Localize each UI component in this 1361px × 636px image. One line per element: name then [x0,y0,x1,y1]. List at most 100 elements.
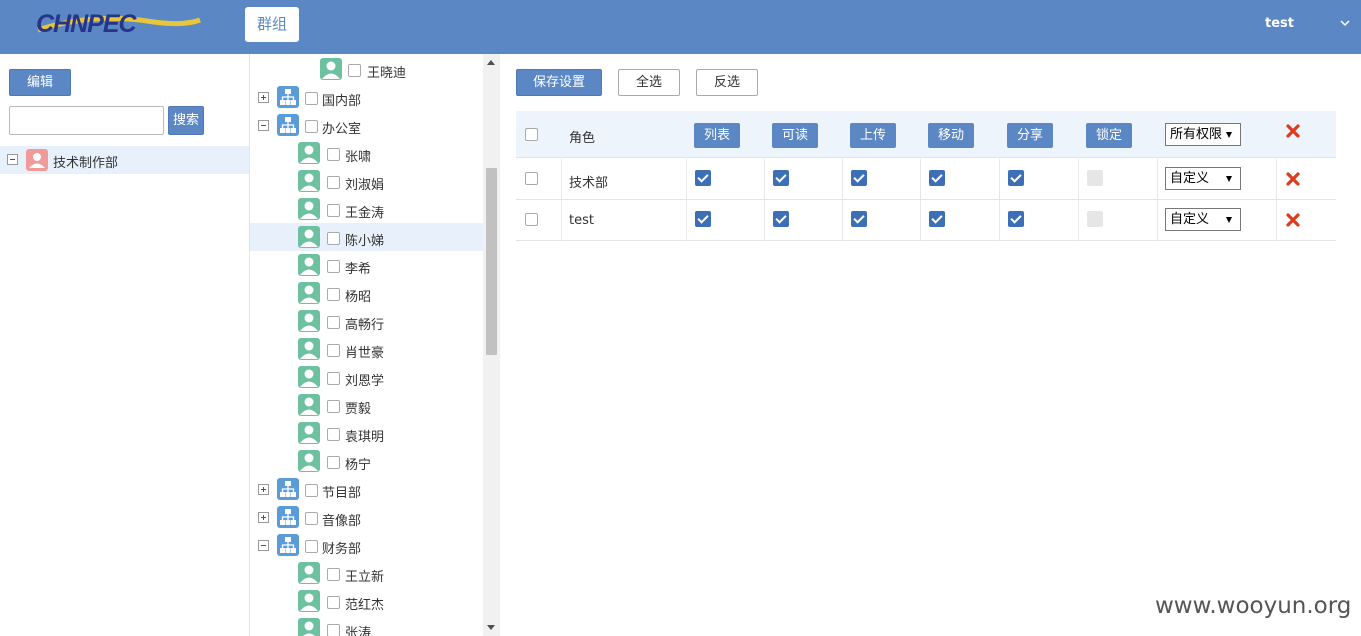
scroll-down-icon[interactable] [487,625,495,630]
tree-item-member[interactable]: 李希 [250,251,483,279]
tree-checkbox[interactable] [327,204,340,217]
row-checkbox[interactable] [525,172,538,185]
tree-item-member[interactable]: 王晓迪 [250,55,483,83]
perm-list-checkbox[interactable] [695,211,711,227]
expand-icon[interactable] [258,92,269,103]
save-settings-button[interactable]: 保存设置 [516,69,602,96]
perm-header-lock[interactable]: 锁定 [1086,123,1132,148]
tree-item-member[interactable]: 张涛 [250,615,483,636]
org-icon [277,478,299,500]
tree-item-member[interactable]: 杨昭 [250,279,483,307]
expand-icon[interactable] [258,512,269,523]
row-checkbox[interactable] [525,213,538,226]
perm-header-list[interactable]: 列表 [694,123,740,148]
delete-icon[interactable] [1285,212,1301,228]
tree-checkbox[interactable] [327,624,340,636]
tree-checkbox[interactable] [327,372,340,385]
tree-item-label: 高畅行 [345,318,385,333]
delete-icon[interactable] [1285,171,1301,187]
perm-header-upload[interactable]: 上传 [850,123,896,148]
tree-item-member[interactable]: 张啸 [250,139,483,167]
tree-checkbox[interactable] [327,568,340,581]
tree-checkbox[interactable] [305,540,318,553]
tree-item-member[interactable]: 杨宁 [250,447,483,475]
perm-move-checkbox[interactable] [929,211,945,227]
tree-item-label: 王金涛 [345,206,385,221]
tab-groups[interactable]: 群组 [245,7,299,42]
tree-item-department[interactable]: 财务部 [250,531,483,559]
perm-header-move[interactable]: 移动 [928,123,974,148]
tree-item-member[interactable]: 陈小娣 [250,223,483,251]
column-divider [1157,159,1158,200]
perm-upload-checkbox[interactable] [851,170,867,186]
tree-root-item[interactable]: 技术制作部 [0,146,249,174]
tree-item-label: 杨宁 [345,458,372,473]
tree-checkbox[interactable] [305,120,318,133]
role-name: test [569,213,594,228]
tree-item-department[interactable]: 办公室 [250,111,483,139]
invert-selection-button[interactable]: 反选 [696,69,758,96]
delete-all-icon[interactable] [1285,123,1301,139]
tree-checkbox[interactable] [305,484,318,497]
tree-item-label: 李希 [345,262,372,277]
tree-item-member[interactable]: 肖世豪 [250,335,483,363]
scrollbar-thumb[interactable] [486,168,497,355]
expand-icon[interactable] [258,484,269,495]
tree-checkbox[interactable] [327,232,340,245]
perm-header-read[interactable]: 可读 [772,123,818,148]
edit-button[interactable]: 编辑 [9,69,71,96]
tree-item-member[interactable]: 袁琪明 [250,419,483,447]
all-permissions-select[interactable]: 所有权限 [1165,123,1241,146]
tree-checkbox[interactable] [327,176,340,189]
tree-checkbox[interactable] [348,64,361,77]
tree-item-label: 刘淑娟 [345,178,385,193]
search-input[interactable] [9,106,164,135]
tree-item-department[interactable]: 国内部 [250,83,483,111]
column-divider [686,159,687,200]
tree-checkbox[interactable] [327,596,340,609]
tree-checkbox[interactable] [327,148,340,161]
tree-checkbox[interactable] [327,260,340,273]
tree-item-member[interactable]: 范红杰 [250,587,483,615]
perm-share-checkbox[interactable] [1008,170,1024,186]
scroll-up-icon[interactable] [487,60,495,65]
collapse-icon[interactable] [258,120,269,131]
perm-share-checkbox[interactable] [1008,211,1024,227]
perm-read-checkbox[interactable] [773,211,789,227]
tree-checkbox[interactable] [327,316,340,329]
tree-item-label: 张啸 [345,150,372,165]
header-checkbox[interactable] [525,128,538,141]
tree-checkbox[interactable] [327,428,340,441]
tree-item-member[interactable]: 高畅行 [250,307,483,335]
search-button[interactable]: 搜索 [168,106,204,135]
chevron-down-icon[interactable] [1338,16,1352,30]
tree-item-member[interactable]: 王金涛 [250,195,483,223]
tree-item-member[interactable]: 贾毅 [250,391,483,419]
tree-item-member[interactable]: 王立新 [250,559,483,587]
perm-upload-checkbox[interactable] [851,211,867,227]
perm-header-share[interactable]: 分享 [1007,123,1053,148]
collapse-icon[interactable] [258,540,269,551]
collapse-icon[interactable] [7,154,18,165]
tree-checkbox[interactable] [305,92,318,105]
perm-move-checkbox[interactable] [929,170,945,186]
user-icon [298,254,320,276]
perm-list-checkbox[interactable] [695,170,711,186]
permission-select[interactable]: 自定义 [1165,208,1241,231]
permission-select[interactable]: 自定义 [1165,167,1241,190]
tree-item-member[interactable]: 刘恩学 [250,363,483,391]
perm-read-checkbox[interactable] [773,170,789,186]
column-divider [561,200,562,241]
select-all-button[interactable]: 全选 [618,69,680,96]
user-name[interactable]: test [1265,16,1294,31]
logo-text: CHNPEC [36,10,138,38]
tree-item-department[interactable]: 节目部 [250,475,483,503]
tree-item-member[interactable]: 刘淑娟 [250,167,483,195]
tree-item-department[interactable]: 音像部 [250,503,483,531]
tree-root-label: 技术制作部 [53,156,119,171]
tree-checkbox[interactable] [305,512,318,525]
tree-checkbox[interactable] [327,344,340,357]
tree-checkbox[interactable] [327,456,340,469]
tree-checkbox[interactable] [327,288,340,301]
tree-checkbox[interactable] [327,400,340,413]
